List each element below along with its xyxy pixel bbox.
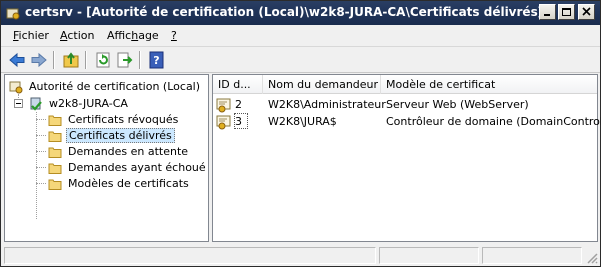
cell-template: Contrôleur de domaine (DomainController) (386, 115, 601, 128)
tree-ca-node[interactable]: w2k8-JURA-CA (29, 96, 199, 112)
menu-affichage[interactable]: Affichage (107, 29, 159, 42)
cell-requester: W2K8\Administrateur (268, 98, 386, 111)
export-button[interactable] (115, 50, 135, 70)
list-pane[interactable]: ID d... Nom du demandeur Modèle de certi… (212, 74, 601, 242)
tree-item-pending[interactable]: Demandes en attente (48, 144, 208, 160)
export-icon (117, 52, 133, 68)
up-folder-icon (63, 52, 79, 68)
cell-template: Serveur Web (WebServer) (386, 98, 529, 111)
folder-icon (48, 163, 62, 174)
forward-icon (31, 52, 47, 68)
menu-bar: Fichier Action Affichage ? (1, 25, 600, 47)
tree-item-issued[interactable]: Certificats délivrés (48, 128, 208, 144)
certsrv-app-icon (6, 8, 20, 20)
certificate-authority-icon (9, 81, 23, 94)
list-header: ID d... Nom du demandeur Modèle de certi… (213, 75, 597, 94)
tree-item-failed[interactable]: Demandes ayant échoué (48, 160, 208, 176)
back-button[interactable] (7, 50, 27, 70)
close-icon (582, 7, 591, 16)
tree-item-label: Modèles de certificats (68, 177, 189, 190)
table-row[interactable]: 3 W2K8\JURA$ Contrôleur de domaine (Doma… (213, 113, 601, 130)
minimize-button[interactable] (539, 4, 556, 20)
tree-pane[interactable]: Autorité de certification (Local) w2k8-J… (4, 74, 209, 242)
tree-item-label: Certificats révoqués (68, 113, 179, 126)
tree-item-label: Certificats délivrés (66, 128, 175, 143)
column-header-id[interactable]: ID d... (213, 75, 263, 94)
up-folder-button[interactable] (61, 50, 81, 70)
tree-item-label: Demandes ayant échoué (68, 161, 206, 174)
tree-item-label: Demandes en attente (68, 145, 189, 158)
toolbar-separator (85, 51, 87, 69)
maximize-icon (562, 8, 571, 16)
menu-fichier[interactable]: Fichier (13, 29, 49, 42)
certificate-icon (216, 115, 231, 130)
folder-icon (48, 115, 62, 126)
column-header-requester[interactable]: Nom du demandeur (263, 75, 381, 94)
menu-help[interactable]: ? (171, 29, 177, 42)
status-cell-3 (482, 247, 582, 264)
minimize-icon (544, 14, 550, 16)
back-icon (9, 52, 25, 68)
status-bar (1, 244, 600, 266)
cell-requester: W2K8\JURA$ (268, 115, 337, 128)
status-cell-2 (379, 247, 479, 264)
main-window: certsrv - [Autorité de certification (Lo… (0, 0, 601, 267)
tree-item-templates[interactable]: Modèles de certificats (48, 176, 208, 192)
column-header-template[interactable]: Modèle de certificat (381, 75, 597, 94)
toolbar-separator (139, 51, 141, 69)
svg-text:?: ? (153, 54, 159, 67)
certificate-icon (216, 98, 231, 113)
folder-icon (48, 147, 62, 158)
folder-icon (48, 179, 62, 190)
folder-icon (48, 131, 62, 142)
tree-ca-label: w2k8-JURA-CA (49, 97, 128, 110)
window-title: certsrv - [Autorité de certification (Lo… (25, 5, 544, 19)
resize-grip-icon[interactable] (586, 252, 598, 264)
tree-item-revoked[interactable]: Certificats révoqués (48, 112, 208, 128)
title-bar[interactable]: certsrv - [Autorité de certification (Lo… (1, 1, 600, 25)
tree-root[interactable]: Autorité de certification (Local) (9, 79, 205, 95)
cell-id: 2 (235, 98, 242, 111)
menu-action[interactable]: Action (60, 29, 94, 42)
table-row[interactable]: 2 W2K8\Administrateur Serveur Web (WebSe… (213, 96, 597, 113)
help-icon: ? (149, 51, 164, 69)
collapse-toggle[interactable] (14, 99, 23, 108)
maximize-button[interactable] (558, 4, 575, 20)
refresh-icon (96, 52, 110, 68)
tree-root-label: Autorité de certification (Local) (29, 80, 201, 93)
toolbar: ? (1, 47, 600, 73)
ca-server-check-icon (30, 97, 42, 111)
help-button[interactable]: ? (147, 50, 167, 70)
status-cell-main (4, 247, 376, 264)
toolbar-separator (53, 51, 55, 69)
refresh-button[interactable] (93, 50, 113, 70)
forward-button[interactable] (29, 50, 49, 70)
close-button[interactable] (578, 4, 595, 20)
cell-id: 3 (235, 115, 242, 128)
